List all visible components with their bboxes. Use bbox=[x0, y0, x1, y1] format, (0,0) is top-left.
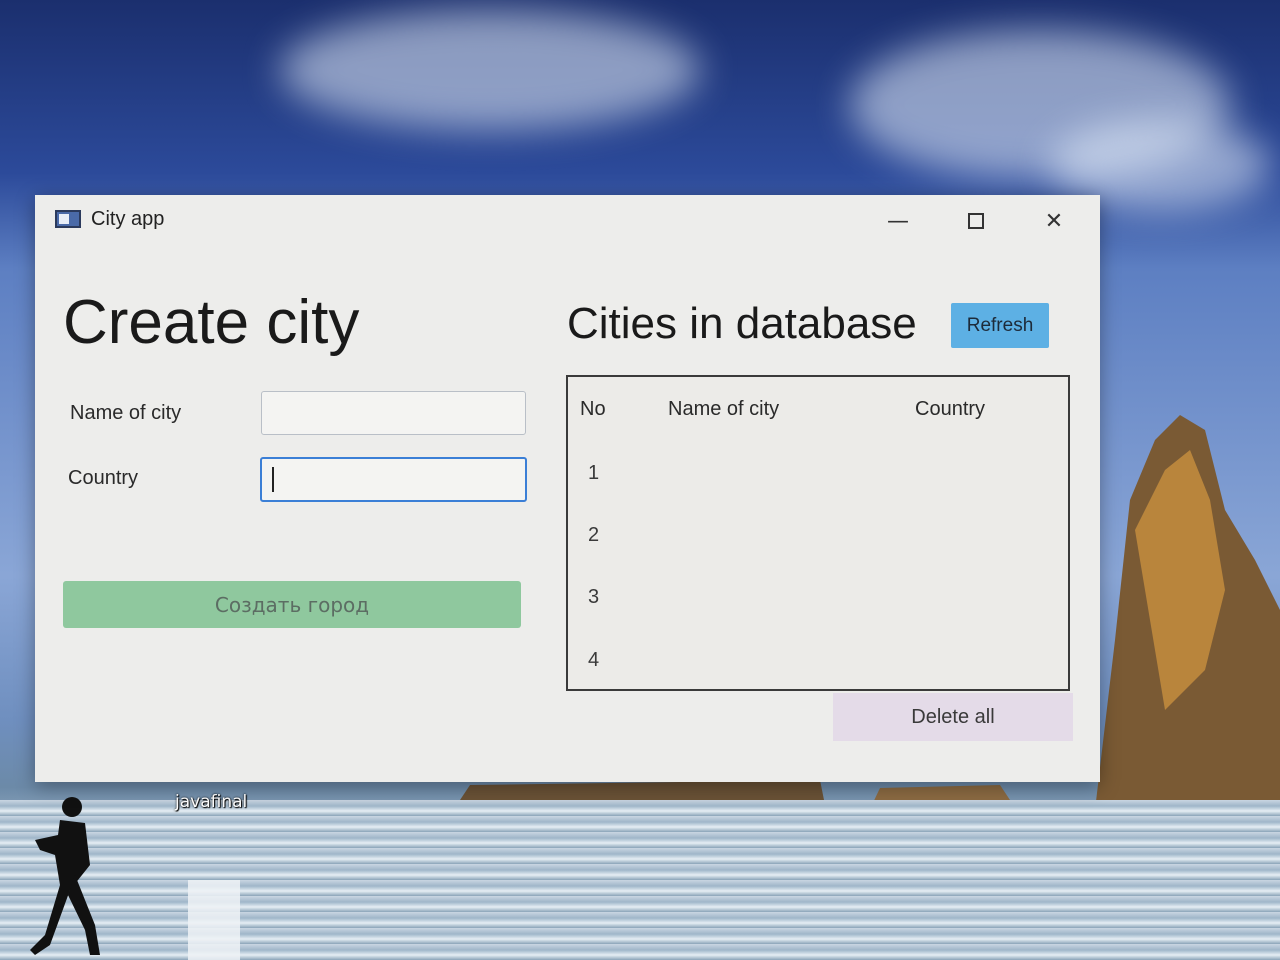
name-of-city-label: Name of city bbox=[70, 402, 182, 424]
refresh-button[interactable]: Refresh bbox=[951, 303, 1049, 348]
close-icon: ✕ bbox=[1044, 208, 1064, 234]
cloud bbox=[280, 10, 700, 130]
country-input[interactable] bbox=[260, 457, 527, 502]
desktop-icon-label[interactable]: javafinal bbox=[175, 792, 247, 812]
maximize-button[interactable] bbox=[953, 203, 999, 239]
create-heading: Create city bbox=[63, 288, 360, 357]
column-header-name-of-city[interactable]: Name of city bbox=[668, 398, 779, 421]
table-row[interactable]: 3 bbox=[588, 586, 599, 609]
window-title: City app bbox=[91, 208, 165, 230]
title-bar[interactable]: City app — ✕ bbox=[35, 195, 1100, 247]
cities-table[interactable]: No Name of city Country 1 2 3 4 bbox=[566, 375, 1070, 691]
delete-all-button[interactable]: Delete all bbox=[833, 693, 1073, 741]
minimize-icon: — bbox=[887, 208, 909, 234]
app-icon bbox=[55, 210, 81, 228]
table-row[interactable]: 2 bbox=[588, 524, 599, 547]
maximize-icon bbox=[968, 213, 984, 229]
text-caret bbox=[272, 467, 274, 492]
table-row[interactable]: 1 bbox=[588, 462, 599, 485]
minimize-button[interactable]: — bbox=[875, 203, 921, 239]
country-label: Country bbox=[68, 467, 139, 489]
rock-formation bbox=[1095, 415, 1280, 810]
app-window: City app — ✕ Create city Name of city Co… bbox=[35, 195, 1100, 782]
cities-heading: Cities in database bbox=[567, 299, 917, 348]
table-row[interactable]: 4 bbox=[588, 649, 599, 672]
runner-silhouette bbox=[30, 797, 100, 955]
column-header-country[interactable]: Country bbox=[915, 398, 985, 421]
desktop-icon[interactable] bbox=[188, 880, 240, 960]
close-button[interactable]: ✕ bbox=[1031, 203, 1077, 239]
column-header-no[interactable]: No bbox=[580, 398, 606, 421]
name-of-city-input[interactable] bbox=[261, 391, 526, 435]
create-city-button[interactable]: Создать город bbox=[63, 581, 521, 628]
